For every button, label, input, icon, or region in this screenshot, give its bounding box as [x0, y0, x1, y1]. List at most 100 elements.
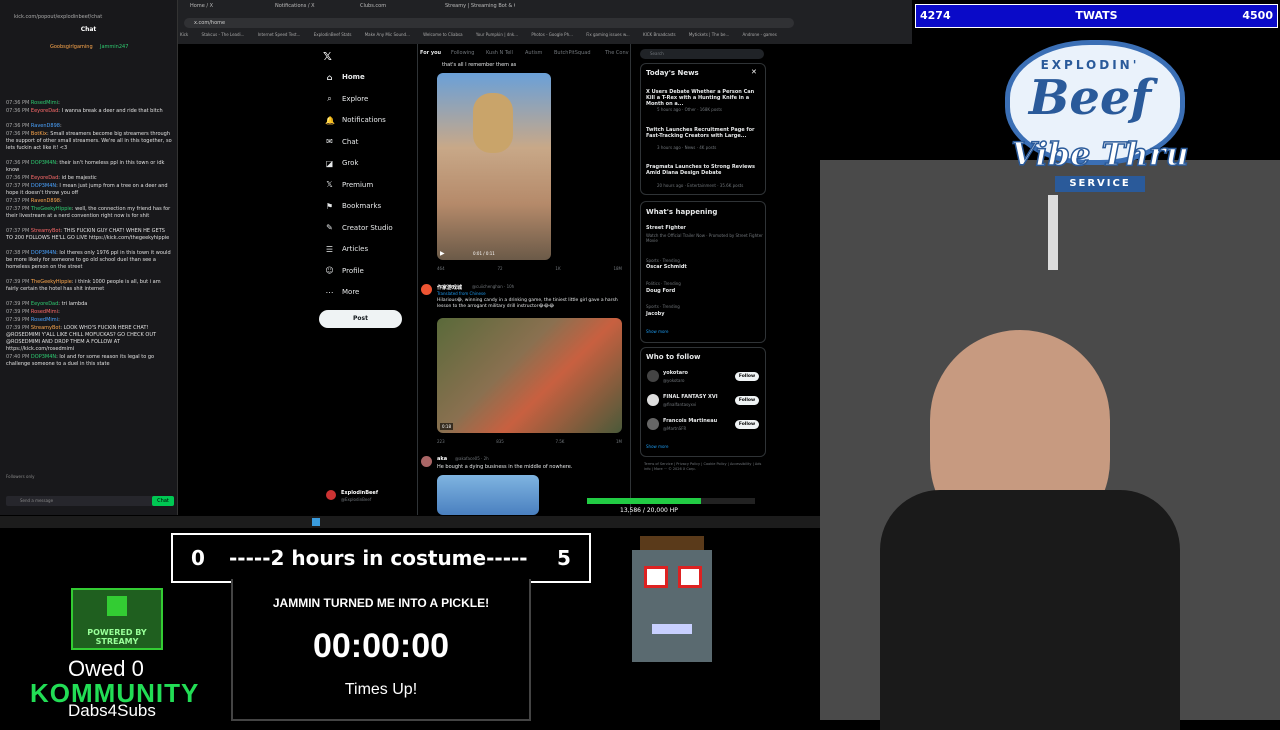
follow-name[interactable]: FINAL FANTASY XVI: [663, 394, 733, 400]
chat-message: 07:36 PM RavenD898:: [6, 123, 62, 129]
play-icon[interactable]: ▶: [440, 250, 445, 257]
chat-username[interactable]: EeyoreDad: [31, 301, 58, 307]
bookmark-item[interactable]: Your Pumpkin | dnk...: [476, 32, 518, 37]
timer-box: JAMMIN TURNED ME INTO A PICKLE! 00:00:00…: [231, 579, 531, 721]
nav-item-articles[interactable]: ☰ Articles: [325, 242, 368, 256]
chat-username[interactable]: StreamyBot: [31, 228, 61, 234]
chat-username[interactable]: StreamyBot: [31, 325, 61, 331]
tab-clubs[interactable]: Clubs.com: [360, 3, 420, 15]
bookmark-item[interactable]: Kick: [180, 32, 188, 37]
footer-links[interactable]: Terms of Service | Privacy Policy | Cook…: [644, 462, 762, 472]
follow-name[interactable]: yokotaro: [663, 370, 733, 376]
chat-username[interactable]: DOP3M4N: [31, 354, 56, 360]
address-bar[interactable]: x.com/home: [184, 18, 794, 28]
like-count[interactable]: 7.5K: [555, 439, 564, 444]
chat-username[interactable]: DOP3M4N: [31, 250, 56, 256]
trend-name[interactable]: Doug Ford: [646, 288, 758, 294]
tab-butchpitsquad[interactable]: ButchPitSquad: [554, 50, 591, 56]
follow-name[interactable]: Francois Martineau: [663, 418, 733, 424]
chat-input[interactable]: Send a message: [6, 496, 160, 506]
repost-count[interactable]: 72: [497, 266, 502, 271]
articles-icon: ☰: [325, 244, 334, 254]
tab-notifications[interactable]: Notifications / X: [275, 3, 335, 15]
tab-for-you[interactable]: For you: [420, 50, 441, 56]
follow-button[interactable]: Follow: [735, 396, 759, 405]
chat-username[interactable]: RosedMimi: [31, 317, 58, 323]
repost-count[interactable]: 835: [496, 439, 504, 444]
chat-username[interactable]: RosedMimi: [31, 100, 58, 106]
bookmark-item[interactable]: Make Any Mic Sound...: [365, 32, 410, 37]
tab-kush-n-tell[interactable]: Kush N Tell: [486, 50, 513, 56]
x-logo-icon[interactable]: 𝕏: [323, 50, 332, 63]
bookmark-item[interactable]: KICK Broadcasts: [643, 32, 676, 37]
chat-username[interactable]: TheGeekyHippie: [31, 206, 72, 212]
post-button[interactable]: Post: [319, 310, 402, 328]
tab-autism[interactable]: Autism: [525, 50, 542, 56]
tab-home[interactable]: Home / X: [190, 3, 250, 15]
nav-item-more[interactable]: ⋯ More: [325, 285, 360, 299]
tab-streamy[interactable]: Streamy | Streaming Bot & Ov...: [445, 3, 515, 15]
chat-username[interactable]: DOP3M4N: [31, 183, 56, 189]
show-more-link[interactable]: Show more: [646, 444, 668, 449]
avatar[interactable]: [647, 370, 659, 382]
tab-the-conv[interactable]: The Conv: [605, 50, 629, 56]
bookmark-item[interactable]: Mytickets | The be...: [689, 32, 729, 37]
nav-item-bookmarks[interactable]: ⚑ Bookmarks: [325, 199, 381, 213]
avatar[interactable]: [647, 394, 659, 406]
nav-item-creator-studio[interactable]: ✎ Creator Studio: [325, 221, 393, 235]
nav-item-notifications[interactable]: 🔔 Notifications: [325, 113, 386, 127]
search-input[interactable]: Search: [640, 49, 764, 59]
panel-title: Today's News: [646, 69, 699, 77]
chat-username[interactable]: TheGeekyHippie: [31, 279, 72, 285]
bookmark-item[interactable]: ExplodinBeef Stats: [314, 32, 352, 37]
reply-count[interactable]: 464: [437, 266, 445, 271]
bookmark-item[interactable]: Internet Speed Test...: [258, 32, 301, 37]
chat-username[interactable]: RavenD898: [31, 123, 60, 129]
post-image[interactable]: [437, 475, 539, 515]
like-count[interactable]: 1K: [555, 266, 560, 271]
chat-send-button[interactable]: Chat: [152, 496, 174, 506]
post-author[interactable]: 作家游戏城: [437, 284, 462, 291]
chat-username[interactable]: RavenD898: [31, 198, 60, 204]
nav-item-profile[interactable]: ☺ Profile: [325, 264, 363, 278]
chat-username[interactable]: EeyoreDad: [31, 108, 58, 114]
avatar[interactable]: [326, 490, 336, 500]
nav-item-premium[interactable]: 𝕏 Premium: [325, 178, 373, 192]
view-count[interactable]: 1M: [616, 439, 622, 444]
nav-item-home[interactable]: ⌂ Home: [325, 70, 365, 84]
bookmark-item[interactable]: Photos - Google Ph...: [531, 32, 573, 37]
news-title[interactable]: Twitch Launches Recruitment Page for Fas…: [646, 127, 758, 139]
chat-username[interactable]: EeyoreDad: [31, 175, 58, 181]
bookmark-item[interactable]: Welcome to Cliabsa: [423, 32, 462, 37]
avatar[interactable]: [421, 456, 432, 467]
view-count[interactable]: 18M: [613, 266, 622, 271]
bookmark-item[interactable]: Androne - games: [743, 32, 777, 37]
trend-name[interactable]: Jacoby: [646, 311, 758, 317]
chat-username[interactable]: RosedMimi: [31, 309, 58, 315]
bookmark-item[interactable]: Stakcus - The Leadi...: [202, 32, 245, 37]
trend-name[interactable]: Oscar Schmidt: [646, 264, 758, 270]
trend-name[interactable]: Street Fighter: [646, 225, 758, 231]
avatar[interactable]: [421, 284, 432, 295]
chat-message: 07:37 PM StreamyBot: THIS FUCKIN GUY CHA…: [6, 228, 170, 241]
follow-button[interactable]: Follow: [735, 420, 759, 429]
chat-username[interactable]: DOP3M4N: [31, 160, 56, 166]
bookmark-item[interactable]: Fix gaming issues w...: [586, 32, 629, 37]
tab-following[interactable]: Following: [451, 50, 474, 56]
news-title[interactable]: Pragmata Launches to Strong Reviews Amid…: [646, 164, 758, 176]
close-icon[interactable]: ✕: [751, 68, 757, 76]
windows-start-icon[interactable]: [312, 518, 320, 526]
nav-item-chat[interactable]: ✉ Chat: [325, 135, 358, 149]
reply-count[interactable]: 223: [437, 439, 445, 444]
show-more-link[interactable]: Show more: [646, 329, 668, 334]
nav-item-grok[interactable]: ◪ Grok: [325, 156, 359, 170]
video-player[interactable]: 0:18: [437, 318, 622, 433]
follow-button[interactable]: Follow: [735, 372, 759, 381]
chat-username[interactable]: BotKix: [31, 131, 47, 137]
news-title[interactable]: X Users Debate Whether a Person Can Kill…: [646, 89, 758, 107]
avatar[interactable]: [647, 418, 659, 430]
nav-item-explore[interactable]: ⌕ Explore: [325, 92, 368, 106]
post-author[interactable]: aka: [437, 456, 447, 462]
translated-label[interactable]: Translated from Chinese: [437, 291, 486, 296]
video-player[interactable]: ▶ 0:01 / 0:11: [437, 73, 551, 260]
